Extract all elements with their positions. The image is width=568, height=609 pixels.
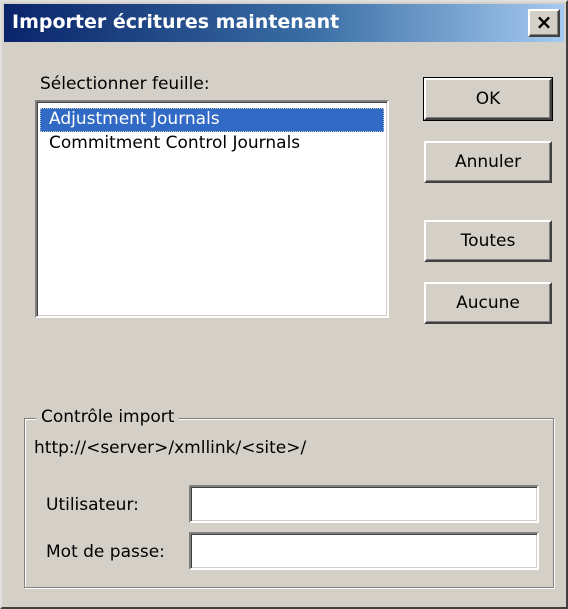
password-label: Mot de passe: — [46, 542, 165, 562]
ok-button[interactable]: OK — [423, 77, 553, 121]
select-sheet-label: Sélectionner feuille: — [40, 74, 210, 94]
cancel-button[interactable]: Annuler — [424, 141, 552, 183]
title-bar[interactable]: Importer écritures maintenant × — [4, 4, 564, 42]
server-url: http://<server>/xmllink/<site>/ — [34, 438, 307, 458]
list-item-commitment-control-journals[interactable]: Commitment Control Journals — [40, 132, 384, 156]
select-none-button[interactable]: Aucune — [424, 282, 552, 324]
import-dialog: Importer écritures maintenant × Sélectio… — [0, 0, 568, 609]
password-field[interactable] — [189, 532, 539, 570]
list-item-adjustment-journals[interactable]: Adjustment Journals — [40, 108, 384, 132]
import-control-legend: Contrôle import — [36, 407, 180, 427]
list-item-label: Commitment Control Journals — [49, 133, 301, 153]
close-icon: × — [535, 10, 553, 34]
user-field[interactable] — [189, 485, 539, 523]
select-all-button[interactable]: Toutes — [424, 220, 552, 262]
sheet-listbox[interactable]: Adjustment Journals Commitment Control J… — [35, 100, 389, 318]
close-button[interactable]: × — [528, 9, 560, 37]
list-item-label: Adjustment Journals — [49, 109, 220, 129]
user-label: Utilisateur: — [46, 495, 139, 515]
dialog-title: Importer écritures maintenant — [12, 11, 340, 33]
